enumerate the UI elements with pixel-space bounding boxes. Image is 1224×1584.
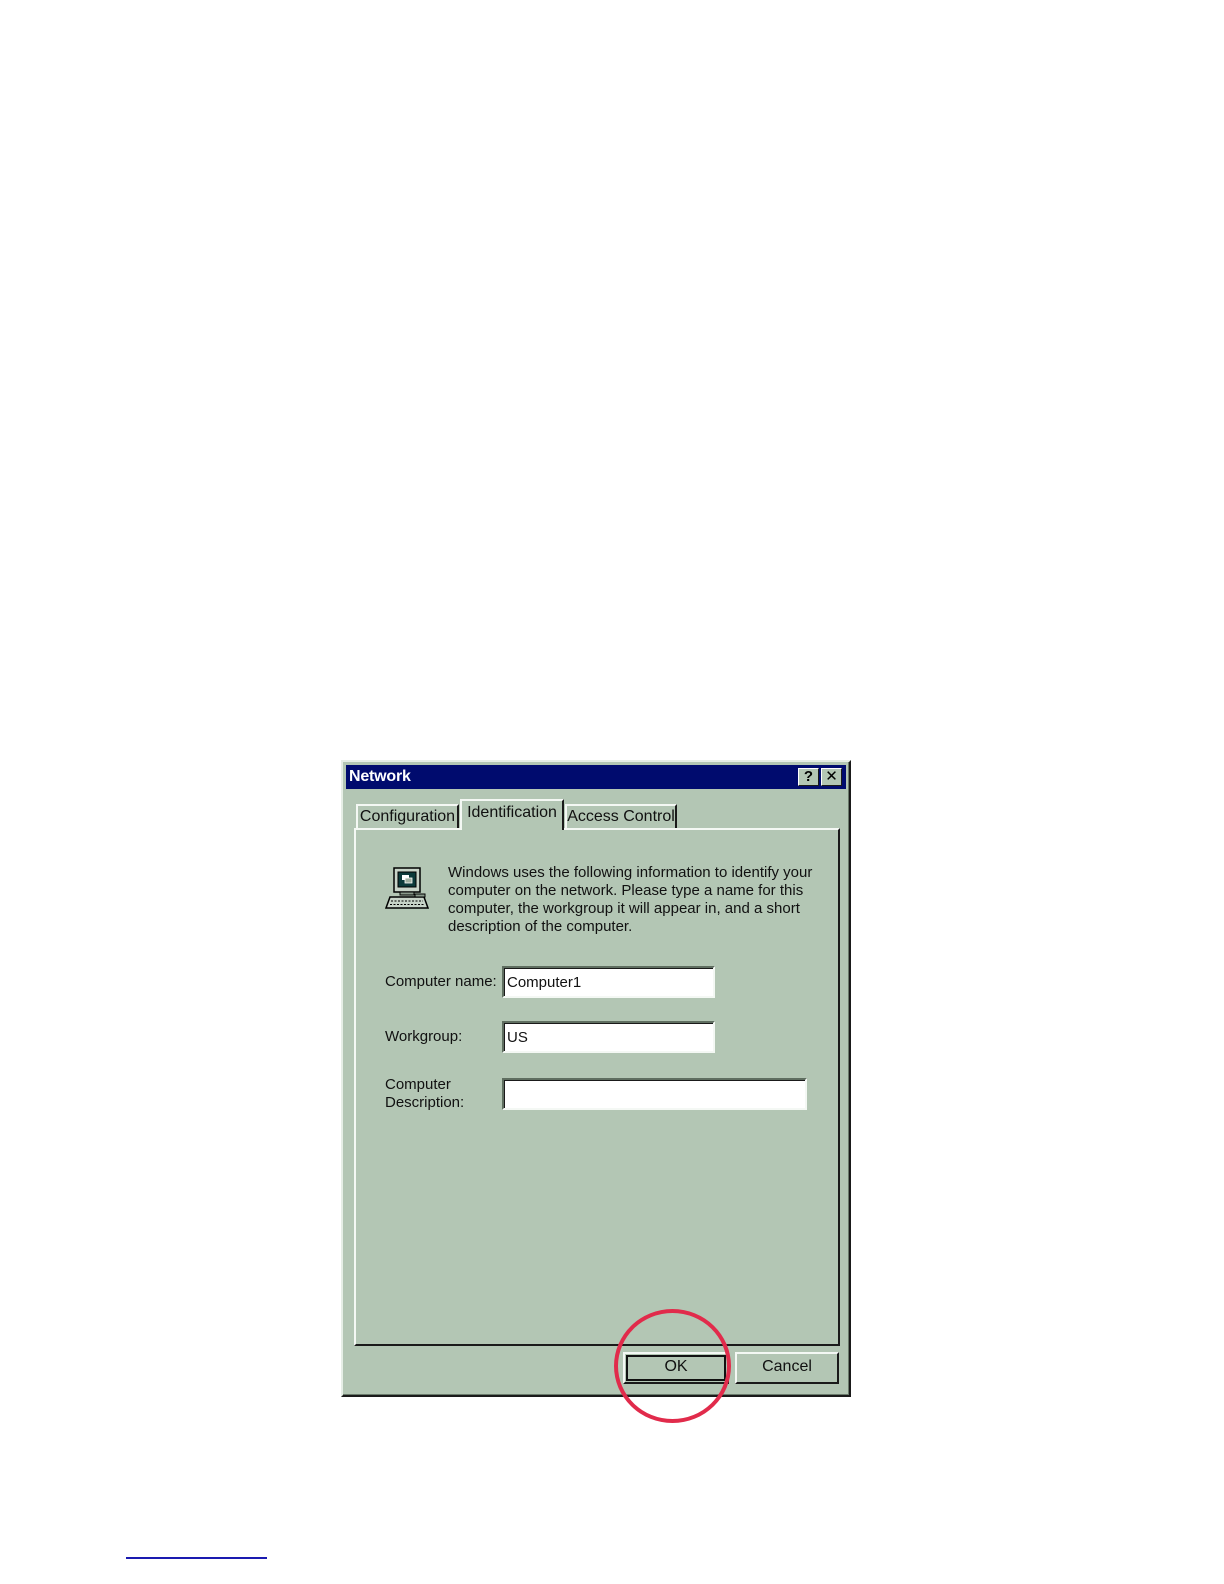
- computer-name-label: Computer name:: [385, 973, 497, 990]
- cancel-button-label: Cancel: [762, 1358, 812, 1375]
- help-icon: ?: [803, 768, 814, 785]
- computer-name-field[interactable]: [502, 966, 715, 998]
- tab-access-control[interactable]: Access Control: [565, 804, 677, 830]
- workgroup-label: Workgroup:: [385, 1028, 463, 1045]
- close-button[interactable]: ✕: [821, 768, 842, 786]
- computer-description-label-line1: Computer: [385, 1076, 451, 1093]
- tab-identification-label: Identification: [467, 804, 557, 821]
- computer-icon: [385, 867, 430, 909]
- computer-description-field[interactable]: [502, 1078, 807, 1110]
- window-title: Network: [349, 768, 411, 785]
- network-dialog: Network ? ✕ Configuration Identification…: [341, 760, 851, 1397]
- footer-rule: [126, 1557, 267, 1559]
- identification-panel: Windows uses the following information t…: [354, 828, 840, 1346]
- tab-configuration[interactable]: Configuration: [356, 804, 459, 830]
- info-text: Windows uses the following information t…: [448, 864, 813, 935]
- title-bar[interactable]: Network ? ✕: [346, 765, 846, 789]
- tab-configuration-label: Configuration: [359, 808, 456, 825]
- close-icon: ✕: [825, 768, 838, 785]
- computer-description-label-line2: Description:: [385, 1094, 465, 1111]
- help-button[interactable]: ?: [798, 768, 819, 786]
- workgroup-field[interactable]: [502, 1021, 715, 1053]
- cancel-button[interactable]: Cancel: [735, 1352, 839, 1384]
- ok-highlight-circle: [614, 1309, 731, 1423]
- tab-access-control-label: Access Control: [567, 808, 675, 825]
- computer-description-label: Computer Description:: [385, 1076, 464, 1112]
- tab-identification[interactable]: Identification: [460, 799, 564, 830]
